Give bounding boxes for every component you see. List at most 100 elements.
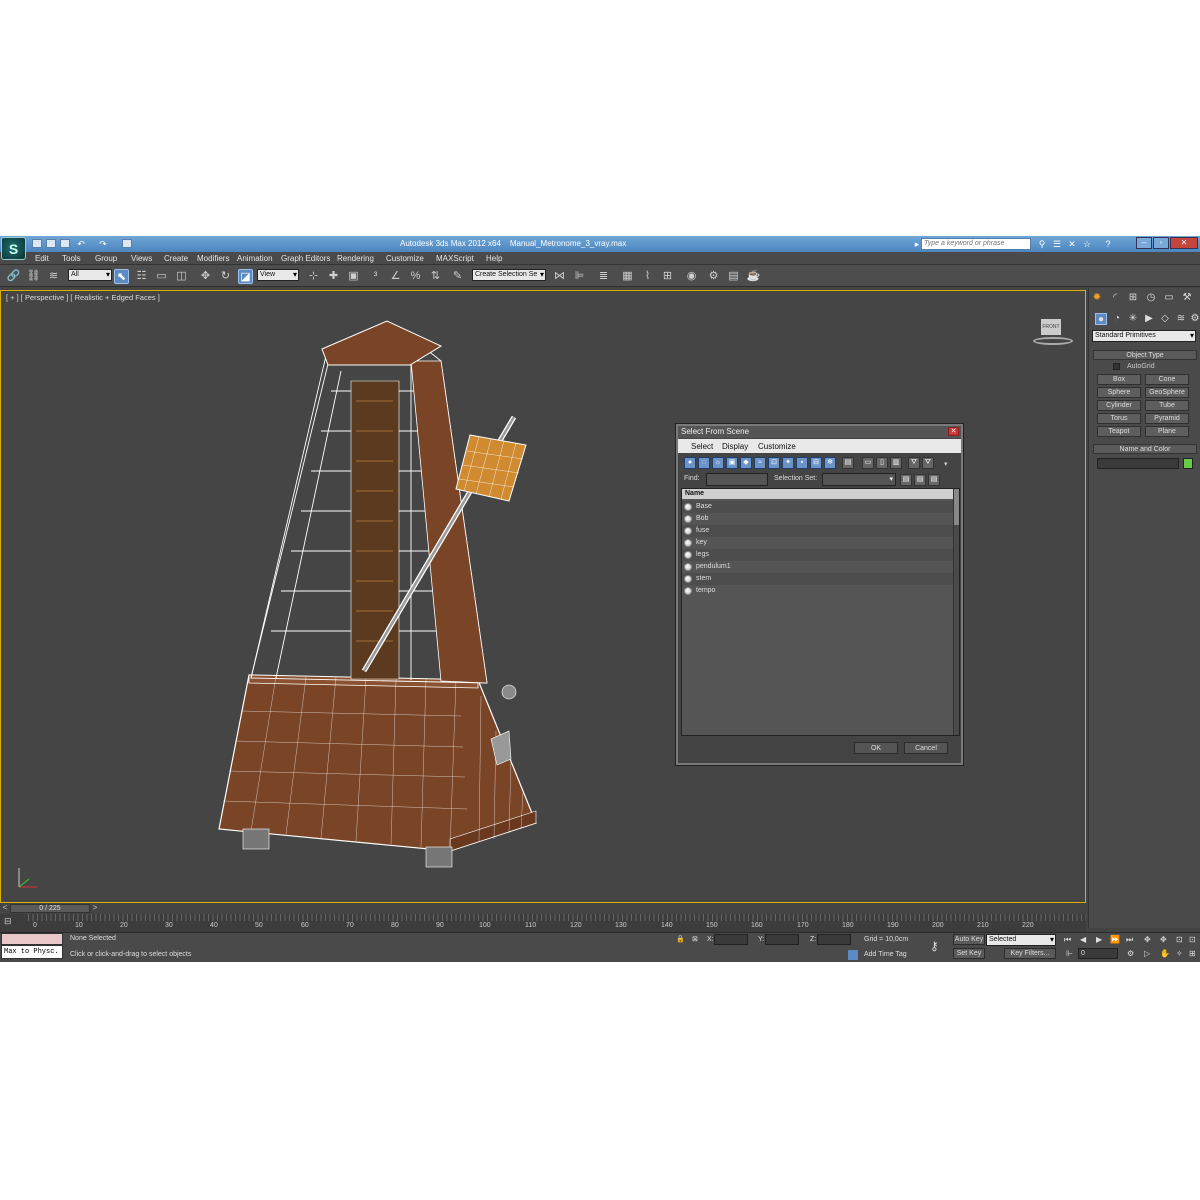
select-by-name-icon[interactable]: ☷ <box>134 269 149 284</box>
object-name-input[interactable] <box>1097 458 1179 469</box>
open-file-icon[interactable] <box>46 239 56 248</box>
cameras-category-icon[interactable]: ▶ <box>1143 313 1155 325</box>
menu-help[interactable]: Help <box>486 254 502 263</box>
next-frame-icon[interactable]: ⏩ <box>1110 935 1120 944</box>
list-item[interactable]: pendulum1 <box>682 561 953 573</box>
selection-set-dropdown[interactable]: ▾ <box>822 473 896 486</box>
menu-tools[interactable]: Tools <box>62 254 81 263</box>
zoom-all-icon[interactable]: ✥ <box>1160 935 1167 944</box>
schematic-view-icon[interactable]: ⊞ <box>660 269 675 284</box>
mini-curve-editor-icon[interactable]: ⊟ <box>4 916 18 928</box>
absolute-mode-icon[interactable]: ⊠ <box>692 935 698 943</box>
zoom-extents-all-icon[interactable]: ⊡ <box>1189 935 1196 944</box>
display-xrefs-icon[interactable]: ✦ <box>782 457 794 469</box>
display-cameras-icon[interactable]: ▣ <box>726 457 738 469</box>
viewcube[interactable]: FRONT <box>1029 319 1075 345</box>
track-bar[interactable]: ⊟ 0 10 20 30 40 50 60 70 80 90 100 110 1… <box>0 914 1086 932</box>
list-item[interactable]: tempo <box>682 585 953 597</box>
object-list[interactable]: Name Base Bob fuse key legs pendulum1 st… <box>681 488 960 736</box>
go-to-end-icon[interactable]: ⏭ <box>1126 935 1133 945</box>
mirror-icon[interactable]: ⋈ <box>552 269 567 284</box>
spinner-snap-icon[interactable]: ⇅ <box>428 269 443 284</box>
plane-button[interactable]: Plane <box>1145 426 1189 437</box>
display-invert-icon[interactable]: ▯ <box>876 457 888 469</box>
named-selection-dropdown[interactable]: Create Selection Se <box>472 269 546 281</box>
minimize-button[interactable]: – <box>1136 237 1152 249</box>
box-button[interactable]: Box <box>1097 374 1141 385</box>
render-setup-icon[interactable]: ⚙ <box>706 269 721 284</box>
key-mode-toggle-icon[interactable]: ⊩ <box>1066 949 1073 958</box>
percent-snap-icon[interactable]: % <box>408 269 423 284</box>
display-tab-icon[interactable]: ▭ <box>1163 292 1175 304</box>
cancel-button[interactable]: Cancel <box>904 742 948 754</box>
geosphere-button[interactable]: GeoSphere <box>1145 387 1189 398</box>
menu-rendering[interactable]: Rendering <box>337 254 374 263</box>
helpers-category-icon[interactable]: ◇ <box>1159 313 1171 325</box>
move-icon[interactable]: ✥ <box>198 269 213 284</box>
ok-button[interactable]: OK <box>854 742 898 754</box>
y-coordinate-field[interactable] <box>765 934 799 945</box>
display-children-icon[interactable]: ▥ <box>890 457 902 469</box>
zoom-icon[interactable]: ✥ <box>1144 935 1151 944</box>
maximize-button[interactable]: ▫ <box>1153 237 1169 249</box>
display-groups-icon[interactable]: ⊡ <box>768 457 780 469</box>
play-icon[interactable]: ▶ <box>1096 935 1102 944</box>
subscription-icon[interactable]: ☰ <box>1052 239 1062 249</box>
name-column-header[interactable]: Name <box>682 489 953 499</box>
curve-editor-icon[interactable]: ⌇ <box>640 269 655 284</box>
viewcube-front-face[interactable]: FRONT <box>1041 319 1061 335</box>
select-manipulate-icon[interactable]: ✚ <box>326 269 341 284</box>
list-item[interactable]: Base <box>682 501 953 513</box>
auto-key-button[interactable]: Auto Key <box>953 934 985 945</box>
cylinder-button[interactable]: Cylinder <box>1097 400 1141 411</box>
set-key-button[interactable]: Set Key <box>953 948 985 959</box>
project-folder-icon[interactable] <box>122 239 132 248</box>
lights-category-icon[interactable]: ✳ <box>1127 313 1139 325</box>
menu-views[interactable]: Views <box>131 254 152 263</box>
bind-space-warp-icon[interactable]: ≋ <box>46 269 61 284</box>
menu-animation[interactable]: Animation <box>237 254 273 263</box>
teapot-button[interactable]: Teapot <box>1097 426 1141 437</box>
favorites-star-icon[interactable]: ☆ <box>1082 239 1092 249</box>
display-all-icon[interactable]: ▤ <box>842 457 854 469</box>
x-coordinate-field[interactable] <box>714 934 748 945</box>
unlink-icon[interactable]: ⛓ <box>26 269 41 284</box>
add-to-set-icon[interactable]: ▤ <box>914 474 926 486</box>
material-editor-icon[interactable]: ◉ <box>684 269 699 284</box>
maxscript-mini-listener[interactable]: Max to Physc. <box>1 945 63 959</box>
menu-modifiers[interactable]: Modifiers <box>197 254 229 263</box>
close-button[interactable]: ✕ <box>1170 237 1198 249</box>
graphite-toggle-icon[interactable]: ▦ <box>620 269 635 284</box>
window-crossing-icon[interactable]: ◫ <box>174 269 189 284</box>
edit-named-selection-icon[interactable]: ✎ <box>450 269 465 284</box>
display-containers-icon[interactable]: ⊟ <box>810 457 822 469</box>
go-to-start-icon[interactable]: ⏮ <box>1064 935 1071 945</box>
key-mode-dropdown[interactable]: Selected <box>986 934 1056 946</box>
hierarchy-tab-icon[interactable]: ⊞ <box>1127 292 1139 304</box>
rotate-icon[interactable]: ↻ <box>218 269 233 284</box>
new-file-icon[interactable] <box>32 239 42 248</box>
select-object-icon[interactable]: ⬉ <box>114 269 129 284</box>
time-slider[interactable]: < 0 / 225 > <box>0 903 1086 914</box>
app-logo-icon[interactable]: S <box>1 237 26 260</box>
set-key-icon[interactable]: ⚷ <box>930 939 939 953</box>
display-frozen-icon[interactable]: ❄ <box>824 457 836 469</box>
display-shapes-icon[interactable]: ◌ <box>698 457 710 469</box>
layer-manager-icon[interactable]: ≣ <box>596 269 611 284</box>
list-item[interactable]: legs <box>682 549 953 561</box>
slider-next-icon[interactable]: > <box>90 903 100 914</box>
display-none-icon[interactable]: ▭ <box>862 457 874 469</box>
binoculars-icon[interactable]: ⚲ <box>1037 239 1047 249</box>
geometry-category-icon[interactable]: ● <box>1095 313 1107 325</box>
render-teapot-icon[interactable]: ☕ <box>746 269 761 284</box>
menu-edit[interactable]: Edit <box>35 254 49 263</box>
undo-icon[interactable]: ↶ <box>76 239 86 249</box>
display-lights-icon[interactable]: ☼ <box>712 457 724 469</box>
display-helpers-icon[interactable]: ◆ <box>740 457 752 469</box>
spacewarps-category-icon[interactable]: ≋ <box>1175 313 1187 325</box>
communication-icon[interactable]: ✕ <box>1067 239 1077 249</box>
search-input[interactable]: Type a keyword or phrase <box>921 238 1031 250</box>
rectangular-selection-icon[interactable]: ▭ <box>154 269 169 284</box>
display-bones-icon[interactable]: ▪ <box>796 457 808 469</box>
current-frame-field[interactable]: 0 <box>1078 948 1118 959</box>
